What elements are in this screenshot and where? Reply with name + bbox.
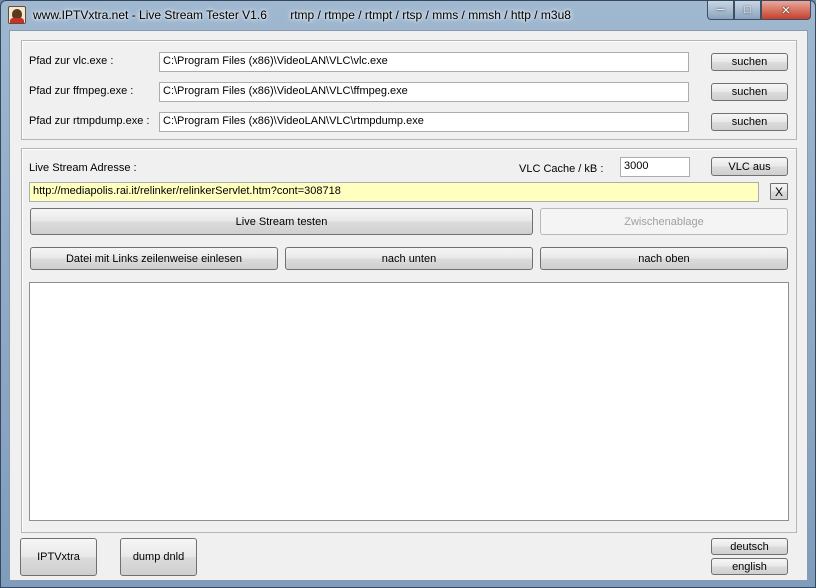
vlc-cache-label: VLC Cache / kB :: [519, 163, 604, 175]
main-panel: Pfad zur vlc.exe : C:\Program Files (x86…: [9, 30, 808, 581]
rtmpdump-browse-button[interactable]: suchen: [711, 113, 788, 131]
vlc-path-input[interactable]: C:\Program Files (x86)\VideoLAN\VLC\vlc.…: [159, 52, 689, 72]
rtmpdump-path-input[interactable]: C:\Program Files (x86)\VideoLAN\VLC\rtmp…: [159, 112, 689, 132]
test-stream-button[interactable]: Live Stream testen: [30, 208, 533, 235]
move-down-button[interactable]: nach unten: [285, 247, 533, 270]
ffmpeg-browse-button[interactable]: suchen: [711, 83, 788, 101]
vlc-cache-input[interactable]: 3000: [620, 157, 690, 177]
rtmpdump-path-label: Pfad zur rtmpdump.exe :: [29, 115, 150, 127]
close-icon: ✕: [781, 4, 791, 17]
app-window: www.IPTVxtra.net - Live Stream Tester V1…: [0, 0, 816, 588]
stream-address-label: Live Stream Adresse :: [29, 162, 137, 174]
maximize-button[interactable]: □: [734, 1, 761, 20]
english-language-button[interactable]: english: [711, 558, 788, 575]
vlc-toggle-button[interactable]: VLC aus: [711, 157, 788, 176]
vlc-browse-button[interactable]: suchen: [711, 53, 788, 71]
app-icon[interactable]: [8, 6, 26, 24]
dump-download-button[interactable]: dump dnld: [120, 538, 197, 576]
german-language-button[interactable]: deutsch: [711, 538, 788, 555]
close-button[interactable]: ✕: [761, 1, 811, 20]
clipboard-button[interactable]: Zwischenablage: [540, 208, 788, 235]
read-links-file-button[interactable]: Datei mit Links zeilenweise einlesen: [30, 247, 278, 270]
minimize-button[interactable]: ─: [707, 1, 734, 20]
minimize-icon: ─: [716, 4, 725, 16]
move-up-button[interactable]: nach oben: [540, 247, 788, 270]
clear-url-button[interactable]: X: [770, 183, 788, 200]
stream-list[interactable]: [29, 282, 789, 521]
ffmpeg-path-label: Pfad zur ffmpeg.exe :: [29, 85, 134, 97]
vlc-path-label: Pfad zur vlc.exe :: [29, 55, 114, 67]
window-title: www.IPTVxtra.net - Live Stream Tester V1…: [33, 8, 571, 22]
iptvxtra-button[interactable]: IPTVxtra: [20, 538, 97, 576]
ffmpeg-path-input[interactable]: C:\Program Files (x86)\VideoLAN\VLC\ffmp…: [159, 82, 689, 102]
maximize-icon: □: [744, 4, 751, 16]
title-bar[interactable]: www.IPTVxtra.net - Live Stream Tester V1…: [1, 1, 815, 29]
stream-url-input[interactable]: http://mediapolis.rai.it/relinker/relink…: [29, 182, 759, 202]
